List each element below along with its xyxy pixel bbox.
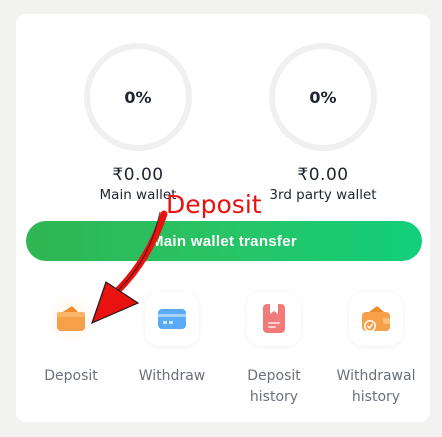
deposit-label: Deposit: [44, 368, 98, 384]
third-party-wallet: 0% ₹0.00 3rd party wallet: [243, 43, 403, 203]
deposit-history-label: Deposit history: [247, 368, 301, 405]
main-wallet-percent-ring: 0%: [84, 43, 192, 151]
withdrawal-history-icon: [349, 292, 403, 346]
deposit-history-button[interactable]: Deposit history: [231, 292, 317, 408]
third-party-wallet-percent-ring: 0%: [269, 43, 377, 151]
annotation-label: Deposit: [166, 190, 262, 219]
main-wallet-amount: ₹0.00: [112, 165, 164, 185]
main-wallet-transfer-button[interactable]: Main wallet transfer: [26, 221, 422, 261]
withdraw-button[interactable]: Withdraw: [129, 292, 215, 387]
withdraw-label: Withdraw: [138, 368, 206, 384]
wallet-icon: [44, 292, 98, 346]
main-wallet-percent: 0%: [124, 87, 152, 107]
third-party-wallet-amount: ₹0.00: [297, 165, 349, 185]
main-wallet: 0% ₹0.00 Main wallet: [58, 43, 218, 203]
deposit-button[interactable]: Deposit: [28, 292, 114, 387]
third-party-wallet-label: 3rd party wallet: [269, 187, 377, 203]
withdrawal-history-label: Withdrawal history: [336, 368, 416, 405]
deposit-history-icon: [247, 292, 301, 346]
withdrawal-history-button[interactable]: Withdrawal history: [333, 292, 419, 408]
card-icon: [145, 292, 199, 346]
third-party-wallet-percent: 0%: [309, 87, 337, 107]
